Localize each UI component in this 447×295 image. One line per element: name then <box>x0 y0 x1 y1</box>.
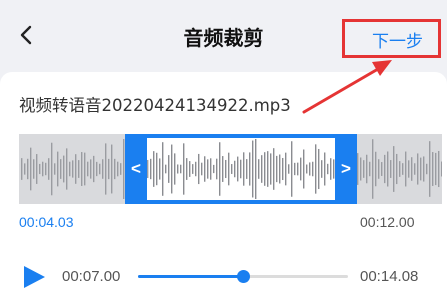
waveform-bar <box>63 155 65 183</box>
waveform-bar <box>426 163 428 175</box>
waveform-bar <box>39 163 41 175</box>
waveform-bar <box>102 159 104 179</box>
waveform-bar <box>372 139 374 199</box>
waveform-bar <box>366 154 368 184</box>
waveform-bar <box>393 146 395 192</box>
waveform-bar <box>402 163 404 175</box>
current-time: 00:07.00 <box>62 268 121 285</box>
waveform-bar <box>399 161 401 177</box>
waveform-bar <box>411 157 413 181</box>
waveform-bar <box>414 163 416 175</box>
waveform-bar <box>381 162 383 176</box>
trim-selection[interactable] <box>147 134 335 204</box>
waveform-bar <box>27 158 29 180</box>
waveform-bar <box>30 147 32 191</box>
top-bar: 音频裁剪 下一步 <box>0 0 447 72</box>
waveform-bar <box>66 148 68 190</box>
waveform-bar <box>441 161 442 177</box>
waveform-bar <box>33 159 35 179</box>
trim-end-time: 00:12.00 <box>360 214 415 230</box>
waveform-bar <box>108 158 110 180</box>
waveform-bar <box>387 151 389 187</box>
trim-end-handle[interactable]: > <box>335 134 357 204</box>
play-icon[interactable] <box>22 265 46 289</box>
slider-fill <box>138 275 243 278</box>
waveform-bar <box>405 151 407 187</box>
waveform-bar <box>120 163 122 175</box>
waveform-bar <box>111 144 113 194</box>
waveform-bar <box>78 160 80 178</box>
trim-start-handle[interactable]: < <box>125 134 147 204</box>
waveform-bar <box>435 152 437 186</box>
waveform-bar <box>87 161 89 177</box>
waveform-bar <box>390 160 392 178</box>
waveform-bar <box>357 153 359 185</box>
waveform-bar <box>81 152 83 186</box>
waveform-bar <box>96 161 98 177</box>
waveform-bar <box>417 153 419 185</box>
waveform-bar <box>54 163 56 175</box>
waveform-bar <box>375 151 377 187</box>
waveform-bar <box>21 158 23 180</box>
waveform-bar <box>396 153 398 185</box>
waveform-bar <box>24 163 26 175</box>
playback-slider[interactable] <box>138 267 348 287</box>
waveform-bar <box>99 163 101 175</box>
waveform-bar <box>429 141 431 197</box>
waveform-bar <box>69 161 71 177</box>
waveform-bar <box>36 154 38 184</box>
waveform-bar <box>114 158 116 180</box>
waveform-bar <box>360 157 362 181</box>
waveform-bar <box>423 156 425 182</box>
waveform-bar <box>408 160 410 178</box>
total-time: 00:14.08 <box>360 268 419 285</box>
waveform-bar <box>75 154 77 184</box>
waveform-bar <box>72 160 74 178</box>
waveform-bar <box>420 157 422 181</box>
waveform-bar <box>369 161 371 177</box>
waveform-bar <box>90 159 92 179</box>
waveform-bar <box>48 158 50 180</box>
next-step-button[interactable]: 下一步 <box>372 27 423 52</box>
waveform-bar <box>51 142 53 196</box>
waveform-bar <box>438 150 440 188</box>
waveform-bar <box>57 151 59 187</box>
waveform-bar <box>45 162 47 176</box>
waveform-bar <box>117 161 119 177</box>
waveform-bar <box>384 154 386 184</box>
waveform-bar <box>93 155 95 183</box>
slider-thumb[interactable] <box>236 270 250 283</box>
waveform-bar <box>378 159 380 179</box>
trim-start-time: 00:04.03 <box>19 214 74 230</box>
waveform-bar <box>363 160 365 178</box>
waveform-bar <box>84 152 86 186</box>
file-name: 视频转语音20220424134922.mp3 <box>19 96 291 115</box>
waveform-bar <box>105 143 107 195</box>
waveform-bar <box>60 159 62 179</box>
waveform-bar <box>42 161 44 177</box>
waveform-bar <box>432 152 434 186</box>
